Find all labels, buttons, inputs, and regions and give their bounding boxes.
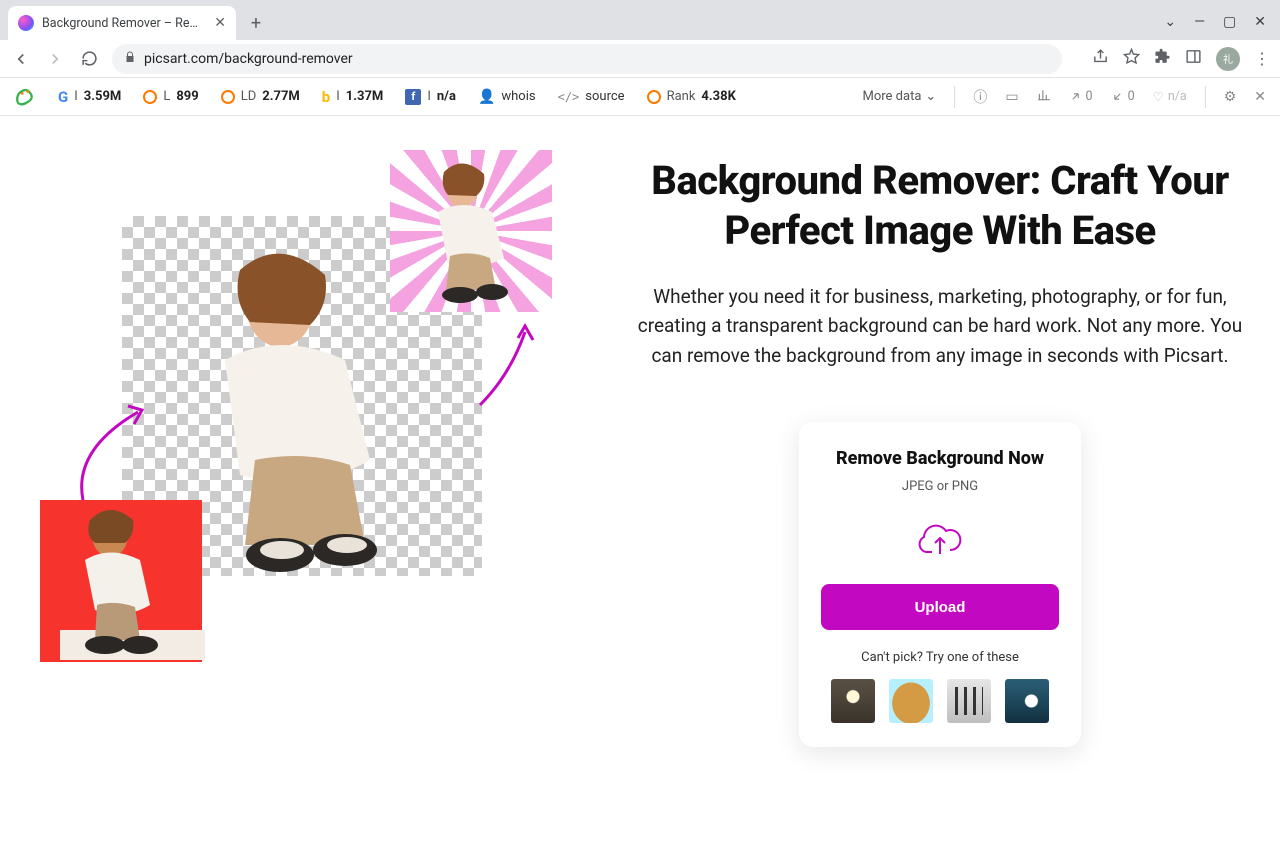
back-button[interactable] [10,48,32,70]
forward-button[interactable] [44,48,66,70]
seo-source[interactable]: </> source [558,89,625,104]
divider [1205,86,1206,108]
internal-links-count[interactable]: 0 [1111,89,1135,104]
card-title: Remove Background Now [821,448,1059,469]
url-text: picsart.com/background-remover [144,51,353,67]
window-controls: ⌄ — ▢ ✕ [1164,14,1280,40]
chrome-right-icons: 礼 ⋮ [1092,47,1270,71]
minimize-icon[interactable]: — [1194,14,1205,30]
seo-linking-domains[interactable]: LD 2.77M [221,89,300,104]
circle-icon [647,90,661,104]
divider [954,86,955,108]
seo-facebook[interactable]: f I n/a [405,89,456,105]
hero-illustration [30,150,590,710]
tab-strip: Background Remover – Remove | ✕ + ⌄ — ▢ … [0,0,1280,40]
chevron-down-icon[interactable]: ⌄ [1164,14,1176,30]
gear-icon[interactable]: ⚙ [1224,89,1237,105]
heart-icon: ♡ [1153,89,1164,105]
side-panel-icon[interactable] [1185,48,1202,69]
external-links-count[interactable]: 0 [1069,89,1093,104]
profile-avatar[interactable]: 礼 [1216,47,1240,71]
address-bar[interactable]: picsart.com/background-remover [112,44,1062,74]
seoquake-logo[interactable] [14,86,36,108]
new-tab-button[interactable]: + [242,9,270,37]
share-icon[interactable] [1092,48,1109,69]
extensions-icon[interactable] [1154,48,1171,69]
arrow-icon [470,320,550,410]
page-subtext: Whether you need it for business, market… [630,282,1250,370]
user-icon: 👤 [478,89,495,105]
kebab-menu-icon[interactable]: ⋮ [1254,49,1270,68]
seo-heart[interactable]: ♡ n/a [1153,89,1187,105]
sample-image-hand[interactable] [1005,679,1049,723]
cant-pick-text: Can't pick? Try one of these [821,650,1059,665]
tab-title: Background Remover – Remove | [42,16,206,31]
page-headline: Background Remover: Craft Your Perfect I… [630,156,1250,256]
close-window-icon[interactable]: ✕ [1254,14,1266,30]
cloud-upload-icon [916,516,964,564]
bar-chart-icon[interactable] [1037,88,1051,106]
sample-images [821,679,1059,723]
lock-icon [124,51,136,66]
reload-button[interactable] [78,48,100,70]
arrow-icon [68,400,158,510]
upload-button[interactable]: Upload [821,584,1059,630]
circle-icon [143,90,157,104]
seo-toolbar: G I3.59M L 899 LD 2.77M b I1.37M f I n/a… [0,78,1280,116]
code-icon: </> [558,90,580,104]
sample-image-dog[interactable] [889,679,933,723]
seo-rank[interactable]: Rank 4.38K [647,89,736,104]
more-data-dropdown[interactable]: More data ⌄ [863,89,937,104]
google-icon: G [58,88,68,106]
nav-bar: picsart.com/background-remover 礼 ⋮ [0,40,1280,78]
person-graphic [55,505,185,655]
facebook-icon: f [405,89,421,105]
browser-chrome: Background Remover – Remove | ✕ + ⌄ — ▢ … [0,0,1280,78]
page-content: Background Remover: Craft Your Perfect I… [0,116,1280,747]
sample-image-people[interactable] [947,679,991,723]
seo-bing-index[interactable]: b I1.37M [322,88,384,106]
seo-google-index[interactable]: G I3.59M [58,88,121,106]
close-icon[interactable]: ✕ [214,15,226,31]
upload-card: Remove Background Now JPEG or PNG Upload… [799,422,1081,747]
seo-whois[interactable]: 👤 whois [478,89,536,105]
bing-icon: b [322,88,330,106]
star-icon[interactable] [1123,48,1140,69]
info-icon[interactable]: ⓘ [973,87,987,107]
circle-icon [221,90,235,104]
person-graphic-main [170,250,440,580]
display-icon[interactable]: ▭ [1005,89,1018,105]
sample-image-candle[interactable] [831,679,875,723]
close-icon[interactable]: ✕ [1254,89,1266,105]
maximize-icon[interactable]: ▢ [1223,14,1236,30]
chevron-down-icon: ⌄ [925,89,936,104]
person-graphic [410,160,535,305]
seo-links[interactable]: L 899 [143,89,198,104]
card-subtitle: JPEG or PNG [821,479,1059,494]
browser-tab[interactable]: Background Remover – Remove | ✕ [8,6,236,40]
hero-copy: Background Remover: Craft Your Perfect I… [630,150,1250,747]
tab-favicon [18,15,34,31]
